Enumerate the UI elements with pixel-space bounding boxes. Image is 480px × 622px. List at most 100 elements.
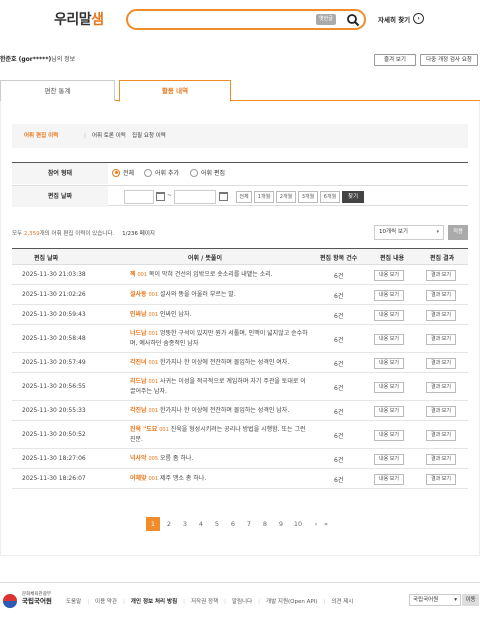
range-6m-button[interactable]: 6개월 [320,191,340,203]
summary-suffix: 개의 어휘 편집 이력이 있습니다. [39,231,115,237]
footer-link[interactable]: 의견 제시 [331,599,353,605]
search-icon[interactable] [346,13,360,27]
page-4-button[interactable]: 4 [196,517,206,531]
col-result: 편집 결과 [430,255,455,262]
footer-link[interactable]: 도움말 [66,599,81,605]
table-header: 편집 날짜 어휘 / 뜻풀이 편집 항목 건수 편집 내용 편집 결과 [12,249,468,265]
word-link[interactable]: 어체맞 [130,475,147,482]
last-page-button[interactable]: » [322,517,330,531]
view-result-button[interactable]: 결과 보기 [426,309,456,321]
subtab-edit-history[interactable]: 어휘 편집 이력 [24,124,58,148]
view-content-button[interactable]: 내용 보기 [374,381,404,393]
apply-button[interactable]: 적용 [448,225,468,240]
view-result-button[interactable]: 결과 보기 [426,357,456,369]
view-result-button[interactable]: 결과 보기 [426,269,456,281]
header: 우리말샘 옛한글 자세히 찾기 › [0,0,480,40]
tilde: ~ [167,192,173,199]
footer-link[interactable]: 알림니다 [232,599,252,605]
footer-link[interactable]: 저작권 정책 [191,599,218,605]
word-link[interactable]: 진욱 "도묘 [130,426,157,433]
view-content-button[interactable]: 내용 보기 [374,473,404,485]
word-link[interactable]: 설사동 [130,291,147,298]
view-content-button[interactable]: 내용 보기 [374,269,404,281]
page-8-button[interactable]: 8 [260,517,270,531]
search-input[interactable]: 옛한글 [126,9,366,30]
footer-org[interactable]: 문화체육관광부 국립국어원 [22,591,52,606]
table-row: 2025-11-30 21:03:38 젝 001 목이 막혀 건선의 입밖으로 … [12,265,468,285]
view-result-button[interactable]: 결과 보기 [426,405,456,417]
view-content-button[interactable]: 내용 보기 [374,357,404,369]
col-count: 편집 항목 건수 [320,255,358,262]
view-result-button[interactable]: 결과 보기 [426,473,456,485]
page-size-select[interactable]: 10개씩 보기 ▾ [374,225,444,240]
view-content-button[interactable]: 내용 보기 [374,453,404,465]
subtab-request-history[interactable]: 집필 요청 이력 [132,124,166,148]
view-result-button[interactable]: 결과 보기 [426,429,456,441]
favorites-button[interactable]: 즐겨 보기 [374,54,416,66]
filter-row-type: 참여 형태 전체 어휘 추가 어휘 편집 [12,163,468,185]
word-link[interactable]: 인싸남 [130,311,147,318]
table-row: 2025-11-30 20:55:33 각진남 001 한가지나 한 이상에 전잔… [12,401,468,421]
subtab-discussion-history[interactable]: 어휘 토론 이력 [92,124,126,148]
row-word-cell: 넉사악 005 오름 좀 하나. [130,454,310,464]
view-content-button[interactable]: 내용 보기 [374,405,404,417]
view-content-button[interactable]: 내용 보기 [374,309,404,321]
view-result-button[interactable]: 결과 보기 [426,289,456,301]
divider: | [87,599,90,605]
footer-link[interactable]: 개인 정보 처리 방침 [131,599,177,605]
tab-statistics[interactable]: 편찬 통계 [0,80,115,101]
page-10-button[interactable]: 10 [292,517,304,531]
edit-count: 6건 [334,433,344,440]
word-link[interactable]: 각진남 [130,407,147,414]
detail-search-link[interactable]: 자세히 찾기 › [378,13,425,24]
footer-link[interactable]: 개발 지원(Open API) [266,599,317,605]
page-9-button[interactable]: 9 [276,517,286,531]
next-page-button[interactable]: › [312,517,320,531]
row-date: 2025-11-30 18:27:06 [22,455,86,462]
footer-site-select[interactable]: 국립국어원 ▾ [409,594,461,606]
view-result-button[interactable]: 결과 보기 [426,381,456,393]
range-all-button[interactable]: 전체 [236,191,252,203]
page-5-button[interactable]: 5 [212,517,222,531]
multi-review-button[interactable]: 다중 개정 검사 요청 [420,54,478,66]
range-1m-button[interactable]: 1개월 [254,191,274,203]
tab-activity[interactable]: 활동 내역 [119,80,231,102]
view-content-button[interactable]: 내용 보기 [374,429,404,441]
word-link[interactable]: 리드남 [130,378,147,385]
radio-all[interactable]: 전체 [112,168,134,177]
page-6-button[interactable]: 6 [228,517,238,531]
word-link[interactable]: 너드남 [130,330,147,337]
sense-number: 001 [148,292,159,298]
find-button[interactable]: 찾기 [342,191,364,203]
site-logo[interactable]: 우리말샘 [54,9,104,29]
range-2m-button[interactable]: 2개월 [276,191,296,203]
page-2-button[interactable]: 2 [164,517,174,531]
footer-link[interactable]: 이용 약관 [95,599,117,605]
word-link[interactable]: 젝 [130,271,136,278]
view-content-button[interactable]: 내용 보기 [374,289,404,301]
word-link[interactable]: 각진녀 [130,359,147,366]
edit-count: 6건 [334,313,344,320]
word-link[interactable]: 넉사악 [130,455,147,462]
calendar-icon[interactable] [219,192,228,201]
page-7-button[interactable]: 7 [244,517,254,531]
view-content-button[interactable]: 내용 보기 [374,333,404,345]
start-date-input[interactable] [124,190,154,204]
view-result-button[interactable]: 결과 보기 [426,333,456,345]
range-3m-button[interactable]: 3개월 [298,191,318,203]
divider: | [123,599,125,605]
end-date-input[interactable] [174,190,216,204]
footer-go-button[interactable]: 이동 [462,594,479,606]
old-hangul-button[interactable]: 옛한글 [316,14,336,25]
col-content: 편집 내용 [380,255,405,262]
main-tabs: 편찬 통계 활동 내역 [0,80,480,102]
radio-add[interactable]: 어휘 추가 [144,168,179,177]
divider: | [84,133,86,139]
arrow-right-icon: › [413,13,425,24]
page-1-button[interactable]: 1 [146,517,160,531]
view-result-button[interactable]: 결과 보기 [426,453,456,465]
logo-accent: 샘 [91,12,104,28]
page-3-button[interactable]: 3 [180,517,190,531]
calendar-icon[interactable] [156,192,165,201]
radio-edit[interactable]: 어휘 편집 [190,168,225,177]
